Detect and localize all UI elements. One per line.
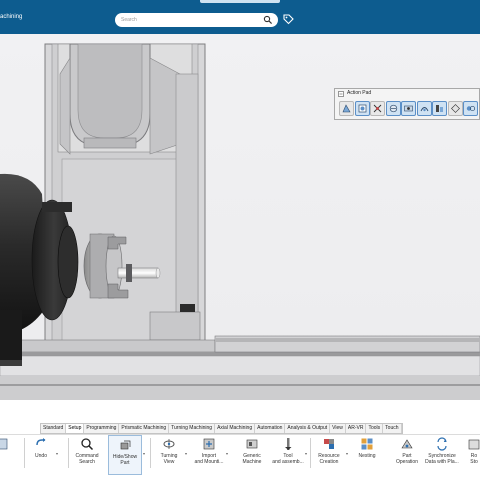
sync-icon <box>437 437 447 451</box>
tab-analysis-output[interactable]: Analysis & Output <box>285 424 331 433</box>
icon-2 <box>358 104 366 113</box>
import-and-mount-button[interactable]: Import and Mounti... <box>193 435 225 475</box>
top-tab-indicator[interactable] <box>200 0 280 3</box>
hide-show-part-dropdown-arrow[interactable]: ▾ <box>143 451 145 456</box>
turning-view-icon <box>163 439 175 449</box>
palette-icon <box>0 438 8 450</box>
tab-touch[interactable]: Touch <box>383 424 402 433</box>
icon-9 <box>466 105 476 112</box>
resource-creation-dropdown-arrow[interactable]: ▾ <box>346 451 348 456</box>
section-tabs: Standard Setup Programming Prismatic Machin… <box>40 423 403 434</box>
action-pad-button-2[interactable] <box>354 101 370 116</box>
action-bar: Standard Setup Programming Prismatic Machin… <box>0 400 480 480</box>
tag-icon[interactable] <box>283 14 294 25</box>
tab-tools[interactable]: Tools <box>366 424 384 433</box>
tab-setup[interactable]: Setup <box>66 424 85 433</box>
hide-show-part-button[interactable]: Hide/Show Part <box>108 435 142 475</box>
toolbar-separator <box>68 438 69 468</box>
tool-and-assembly-label: Tool and assemb... <box>272 453 304 465</box>
generic-machine-label: Generic Machine <box>242 453 262 465</box>
part-operation-button[interactable]: Part Operation <box>391 435 423 475</box>
resource-icon <box>324 439 334 449</box>
import-icon <box>203 438 215 450</box>
icon-6 <box>420 107 428 112</box>
hide-show-icon <box>120 440 131 450</box>
tab-standard[interactable]: Standard <box>41 424 67 433</box>
tab-axial-machining[interactable]: Axial Machining <box>215 424 256 433</box>
action-pad-button-7[interactable] <box>432 101 447 116</box>
truncated-tool[interactable] <box>0 435 8 475</box>
action-pad[interactable]: Action Pad <box>334 88 480 120</box>
tab-programming[interactable]: Programming <box>84 424 120 433</box>
top-bar: achining <box>0 0 480 35</box>
nesting-label: Nesting <box>358 453 376 459</box>
undo-dropdown-arrow[interactable]: ▾ <box>56 451 58 456</box>
machine-base <box>0 335 480 400</box>
tool-icon <box>285 438 292 450</box>
icon-4 <box>389 104 397 113</box>
icon-8 <box>450 104 460 113</box>
tool-and-assembly-dropdown-arrow[interactable]: ▾ <box>305 451 307 456</box>
search-box[interactable] <box>115 13 278 27</box>
command-row: Undo ▾ Command Search Hide/Show Part ▾ Turnin… <box>0 434 480 475</box>
toolbar-separator <box>150 438 151 468</box>
tab-automation[interactable]: Automation <box>255 424 286 433</box>
hide-show-part-label: Hide/Show Part <box>112 454 138 466</box>
magnifier-icon <box>81 438 94 451</box>
resource-storage-button[interactable]: Ro Sto <box>466 435 480 475</box>
tab-prismatic-machining[interactable]: Prismatic Machining <box>119 424 170 433</box>
command-search-button[interactable]: Command Search <box>72 435 102 475</box>
app-title: achining <box>0 14 23 20</box>
toolbar-separator <box>310 438 311 468</box>
icon-3 <box>373 104 382 113</box>
undo-icon <box>36 438 46 446</box>
action-pad-button-5[interactable] <box>401 101 416 116</box>
undo-label: Undo <box>35 453 47 459</box>
undo-button[interactable]: Undo <box>27 435 55 475</box>
machine-icon <box>246 439 258 449</box>
generic-machine-button[interactable]: Generic Machine <box>236 435 268 475</box>
synchronize-data-button[interactable]: Synchronize Data with Pla... <box>423 435 461 475</box>
tab-turning-machining[interactable]: Turning Machining <box>169 424 216 433</box>
action-pad-button-9[interactable] <box>463 101 478 116</box>
turning-view-dropdown-arrow[interactable]: ▾ <box>185 451 187 456</box>
action-pad-button-1[interactable] <box>339 101 354 116</box>
import-and-mount-label: Import and Mounti... <box>194 453 224 465</box>
resource-creation-label: Resource Creation <box>318 453 340 465</box>
icon-1 <box>342 104 351 113</box>
resource-creation-button[interactable]: Resource Creation <box>313 435 345 475</box>
import-and-mount-dropdown-arrow[interactable]: ▾ <box>226 451 228 456</box>
synchronize-data-label: Synchronize Data with Pla... <box>425 453 459 465</box>
turning-view-label: Turning View <box>160 453 178 465</box>
nesting-button[interactable]: Nesting <box>352 435 382 475</box>
tool-and-assembly-button[interactable]: Tool and assemb... <box>272 435 304 475</box>
command-search-label: Command Search <box>75 453 99 465</box>
part-operation-icon <box>401 439 413 449</box>
search-input[interactable] <box>121 15 259 25</box>
action-pad-button-8[interactable] <box>447 101 463 116</box>
resource-storage-label: Ro Sto <box>470 453 478 465</box>
grip-icon[interactable] <box>338 91 344 97</box>
tab-view[interactable]: View <box>330 424 346 433</box>
nesting-icon <box>361 438 373 450</box>
action-pad-button-4[interactable] <box>385 101 401 116</box>
action-pad-title: Action Pad <box>347 90 372 96</box>
turning-view-button[interactable]: Turning View <box>154 435 184 475</box>
toolbar-separator <box>24 438 25 468</box>
part-operation-label: Part Operation <box>396 453 418 465</box>
storage-icon <box>468 439 480 450</box>
3d-viewport[interactable]: Action Pad <box>0 34 480 400</box>
icon-5 <box>404 105 413 112</box>
action-pad-button-6[interactable] <box>416 101 432 116</box>
search-icon[interactable] <box>263 15 273 25</box>
tab-ar-vr[interactable]: AR-VR <box>345 424 367 433</box>
icon-7 <box>436 105 443 112</box>
action-pad-button-3[interactable] <box>370 101 385 116</box>
